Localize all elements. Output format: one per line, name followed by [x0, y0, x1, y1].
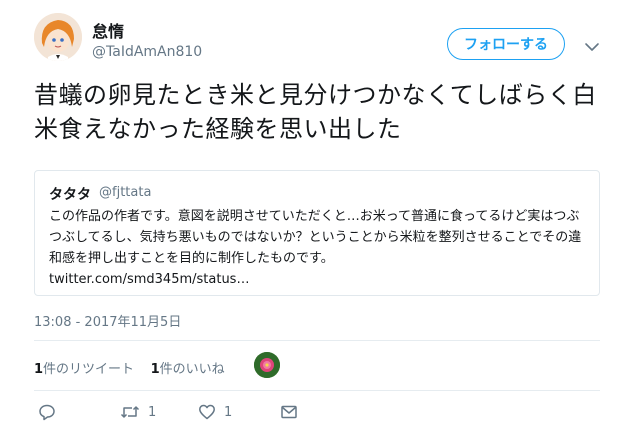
- avatar[interactable]: [34, 13, 82, 61]
- follow-button[interactable]: フォローする: [447, 28, 565, 60]
- retweet-button[interactable]: 1: [120, 402, 156, 422]
- retweet-stat[interactable]: 1件のリツイート: [34, 362, 134, 377]
- divider: [34, 340, 600, 341]
- tweet-stats: 1件のリツイート 1件のいいね: [34, 358, 225, 377]
- reply-icon: [39, 404, 55, 421]
- retweet-stat-label: 件のリツイート: [43, 362, 135, 377]
- retweet-count: 1: [148, 404, 157, 420]
- heart-icon: [199, 404, 215, 420]
- tweet-timestamp[interactable]: 13:08 - 2017年11月5日: [34, 311, 181, 330]
- tweet-actions: 1 1: [34, 402, 434, 422]
- quoted-name: タタタ: [49, 187, 91, 203]
- avatar-image: [34, 13, 82, 61]
- retweet-icon: [120, 406, 140, 418]
- chevron-down-icon[interactable]: [584, 38, 600, 51]
- like-stat-count: 1: [150, 362, 160, 377]
- like-button[interactable]: 1: [198, 402, 232, 422]
- reply-button[interactable]: [38, 402, 56, 422]
- like-stat[interactable]: 1件のいいね: [151, 362, 225, 377]
- quoted-tweet[interactable]: タタタ @fjttata この作品の作者です。意図を説明させていただくと…お米っ…: [34, 170, 600, 296]
- like-count: 1: [224, 404, 233, 420]
- divider: [34, 390, 600, 391]
- user-handle[interactable]: @TaIdAmAn810: [92, 44, 202, 60]
- quoted-handle: @fjttata: [99, 185, 152, 200]
- quoted-link[interactable]: twitter.com/smd345m/status…: [49, 272, 249, 287]
- envelope-icon: [281, 405, 297, 419]
- liker-avatar[interactable]: [254, 352, 280, 378]
- direct-message-button[interactable]: [280, 402, 298, 422]
- quoted-text: この作品の作者です。意図を説明させていただくと…お米って普通に食ってるけど実はつ…: [49, 206, 589, 290]
- like-stat-label: 件のいいね: [159, 362, 225, 377]
- display-name[interactable]: 怠惰: [92, 18, 124, 42]
- retweet-stat-count: 1: [34, 362, 44, 377]
- quoted-body: この作品の作者です。意図を説明させていただくと…お米って普通に食ってるけど実はつ…: [49, 209, 582, 266]
- tweet-text: 昔蟻の卵見たとき米と見分けつかなくてしばらく白米食えなかった経験を思い出した: [34, 81, 597, 143]
